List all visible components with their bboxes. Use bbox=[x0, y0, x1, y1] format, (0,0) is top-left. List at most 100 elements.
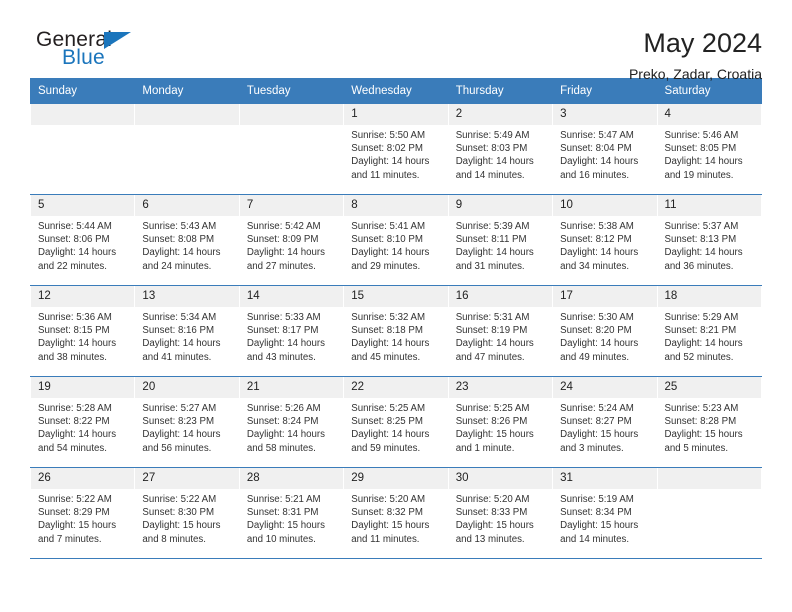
day-detail-line: and 29 minutes. bbox=[351, 260, 421, 272]
calendar-day-cell[interactable]: 14 Sunrise: 5:33 AM Sunset: 8:17 PM Dayligh… bbox=[238, 285, 345, 377]
day-detail-line: and 54 minutes. bbox=[38, 442, 107, 454]
day-detail-line: Sunset: 8:33 PM bbox=[455, 507, 528, 519]
day-detail-line: Sunrise: 5:42 AM bbox=[246, 221, 321, 232]
day-number: 1 bbox=[344, 104, 448, 125]
calendar-day-cell[interactable]: 29 Sunrise: 5:20 AM Sunset: 8:32 PM Dayligh… bbox=[343, 467, 449, 559]
calendar-day-cell[interactable]: 24 Sunrise: 5:24 AM Sunset: 8:27 PM Dayligh… bbox=[552, 376, 658, 468]
day-detail-line: and 34 minutes. bbox=[560, 260, 630, 272]
calendar-day-cell[interactable]: 12 Sunrise: 5:36 AM Sunset: 8:15 PM Dayligh… bbox=[29, 285, 136, 377]
day-detail-line: Sunrise: 5:25 AM bbox=[351, 403, 426, 414]
day-number: 11 bbox=[657, 195, 761, 216]
day-details: Sunrise: 5:37 AM Sunset: 8:13 PM Daylight:… bbox=[658, 216, 761, 273]
day-detail-line: Sunrise: 5:23 AM bbox=[664, 403, 739, 414]
day-detail-line: Sunset: 8:18 PM bbox=[351, 325, 423, 337]
day-detail-line: Daylight: 14 hours bbox=[664, 156, 743, 168]
day-detail-line: Sunset: 8:24 PM bbox=[246, 416, 319, 428]
day-number: 5 bbox=[31, 195, 135, 216]
day-detail-line: Sunset: 8:09 PM bbox=[246, 234, 319, 246]
calendar-day-cell[interactable]: 15 Sunrise: 5:32 AM Sunset: 8:18 PM Dayligh… bbox=[343, 285, 449, 377]
calendar-day-cell[interactable]: 7 Sunrise: 5:42 AM Sunset: 8:09 PM Daylight… bbox=[238, 194, 345, 286]
calendar-day-cell[interactable]: 21 Sunrise: 5:26 AM Sunset: 8:24 PM Dayligh… bbox=[238, 376, 345, 468]
calendar-day-cell[interactable]: 5 Sunrise: 5:44 AM Sunset: 8:06 PM Daylight… bbox=[29, 194, 136, 286]
general-blue-logo[interactable]: General Blue bbox=[30, 28, 150, 76]
day-detail-line: Sunset: 8:34 PM bbox=[560, 507, 632, 519]
day-detail-line: and 5 minutes. bbox=[664, 442, 729, 454]
day-detail-line: and 13 minutes. bbox=[455, 533, 525, 545]
calendar-day-cell[interactable]: 2 Sunrise: 5:49 AM Sunset: 8:03 PM Daylight… bbox=[447, 103, 554, 195]
day-detail-line: Daylight: 15 hours bbox=[455, 520, 534, 532]
calendar-day-cell[interactable]: 10 Sunrise: 5:38 AM Sunset: 8:12 PM Dayligh… bbox=[552, 194, 658, 286]
calendar-day-cell[interactable]: 31 Sunrise: 5:19 AM Sunset: 8:34 PM Dayligh… bbox=[552, 467, 658, 559]
day-detail-line: Sunrise: 5:21 AM bbox=[246, 494, 321, 505]
page-title: May 2024 bbox=[643, 28, 762, 58]
day-detail-line: and 36 minutes. bbox=[664, 260, 734, 272]
day-number: 13 bbox=[135, 286, 239, 307]
weekday-header-thursday: Thursday bbox=[447, 78, 554, 104]
day-details: Sunrise: 5:47 AM Sunset: 8:04 PM Daylight:… bbox=[553, 125, 656, 182]
calendar-day-cell[interactable]: 27 Sunrise: 5:22 AM Sunset: 8:30 PM Dayligh… bbox=[134, 467, 240, 559]
day-detail-line: Sunrise: 5:32 AM bbox=[351, 312, 426, 323]
calendar-day-cell[interactable]: 19 Sunrise: 5:28 AM Sunset: 8:22 PM Dayligh… bbox=[29, 376, 136, 468]
day-detail-line: Sunset: 8:11 PM bbox=[455, 234, 527, 246]
month-calendar-table: Sunday Monday Tuesday Wednesday Thursday Frid… bbox=[29, 78, 763, 559]
calendar-day-cell[interactable]: 3 Sunrise: 5:47 AM Sunset: 8:04 PM Daylight… bbox=[552, 103, 658, 195]
day-detail-line: Daylight: 14 hours bbox=[351, 247, 430, 259]
day-details: Sunrise: 5:22 AM Sunset: 8:30 PM Daylight:… bbox=[135, 489, 238, 546]
calendar-page: General Blue May 2024 Preko, Zadar, Croa… bbox=[0, 0, 792, 612]
day-detail-line: Sunset: 8:23 PM bbox=[142, 416, 215, 428]
day-number bbox=[657, 468, 761, 489]
day-detail-line: Sunset: 8:08 PM bbox=[142, 234, 215, 246]
day-detail-line: Daylight: 14 hours bbox=[560, 338, 639, 350]
day-detail-line: Sunrise: 5:50 AM bbox=[351, 130, 426, 141]
day-number: 3 bbox=[553, 104, 657, 125]
day-number: 26 bbox=[31, 468, 135, 489]
calendar-day-cell[interactable]: 26 Sunrise: 5:22 AM Sunset: 8:29 PM Dayligh… bbox=[29, 467, 136, 559]
day-details: Sunrise: 5:26 AM Sunset: 8:24 PM Daylight:… bbox=[240, 398, 343, 455]
day-detail-line: Sunset: 8:22 PM bbox=[38, 416, 110, 428]
day-detail-line: Sunset: 8:27 PM bbox=[560, 416, 632, 428]
calendar-day-cell[interactable]: 22 Sunrise: 5:25 AM Sunset: 8:25 PM Dayligh… bbox=[343, 376, 449, 468]
day-details: Sunrise: 5:22 AM Sunset: 8:29 PM Daylight:… bbox=[31, 489, 134, 546]
calendar-week-row: 19 Sunrise: 5:28 AM Sunset: 8:22 PM Dayligh… bbox=[29, 376, 763, 468]
day-number: 29 bbox=[344, 468, 448, 489]
day-details: Sunrise: 5:33 AM Sunset: 8:17 PM Daylight:… bbox=[240, 307, 343, 364]
day-number: 21 bbox=[239, 377, 344, 398]
day-detail-line: Sunrise: 5:41 AM bbox=[351, 221, 426, 232]
day-detail-line: and 22 minutes. bbox=[38, 260, 107, 272]
day-detail-line: Daylight: 15 hours bbox=[664, 429, 743, 441]
calendar-day-cell[interactable]: 11 Sunrise: 5:37 AM Sunset: 8:13 PM Dayligh… bbox=[656, 194, 763, 286]
weekday-header-tuesday: Tuesday bbox=[238, 78, 345, 104]
calendar-day-cell[interactable]: 8 Sunrise: 5:41 AM Sunset: 8:10 PM Daylight… bbox=[343, 194, 449, 286]
calendar-week-row: 1 Sunrise: 5:50 AM Sunset: 8:02 PM Daylight… bbox=[29, 103, 763, 195]
day-detail-line: Sunrise: 5:43 AM bbox=[142, 221, 217, 232]
calendar-day-cell[interactable]: 6 Sunrise: 5:43 AM Sunset: 8:08 PM Daylight… bbox=[134, 194, 240, 286]
calendar-day-cell[interactable]: 20 Sunrise: 5:27 AM Sunset: 8:23 PM Dayligh… bbox=[134, 376, 240, 468]
day-details: Sunrise: 5:27 AM Sunset: 8:23 PM Daylight:… bbox=[135, 398, 238, 455]
day-detail-line: and 19 minutes. bbox=[664, 169, 734, 181]
calendar-day-cell[interactable]: 13 Sunrise: 5:34 AM Sunset: 8:16 PM Dayligh… bbox=[134, 285, 240, 377]
day-detail-line: and 14 minutes. bbox=[455, 169, 525, 181]
calendar-day-cell[interactable]: 18 Sunrise: 5:29 AM Sunset: 8:21 PM Dayligh… bbox=[656, 285, 763, 377]
calendar-day-cell[interactable]: 1 Sunrise: 5:50 AM Sunset: 8:02 PM Daylight… bbox=[343, 103, 449, 195]
calendar-day-cell[interactable]: 30 Sunrise: 5:20 AM Sunset: 8:33 PM Dayligh… bbox=[447, 467, 554, 559]
calendar-day-cell[interactable]: 4 Sunrise: 5:46 AM Sunset: 8:05 PM Daylight… bbox=[656, 103, 763, 195]
calendar-day-cell[interactable]: 28 Sunrise: 5:21 AM Sunset: 8:31 PM Dayligh… bbox=[238, 467, 345, 559]
day-detail-line: Sunrise: 5:38 AM bbox=[560, 221, 634, 232]
day-detail-line: Daylight: 15 hours bbox=[560, 520, 639, 532]
day-details: Sunrise: 5:43 AM Sunset: 8:08 PM Daylight:… bbox=[135, 216, 238, 273]
calendar-day-cell[interactable]: 17 Sunrise: 5:30 AM Sunset: 8:20 PM Dayligh… bbox=[552, 285, 658, 377]
day-detail-line: Daylight: 14 hours bbox=[142, 338, 221, 350]
calendar-day-cell[interactable]: 16 Sunrise: 5:31 AM Sunset: 8:19 PM Dayligh… bbox=[447, 285, 554, 377]
day-number: 24 bbox=[553, 377, 657, 398]
day-detail-line: Sunset: 8:17 PM bbox=[246, 325, 319, 337]
day-detail-line: Sunrise: 5:27 AM bbox=[142, 403, 217, 414]
calendar-day-cell[interactable]: 9 Sunrise: 5:39 AM Sunset: 8:11 PM Daylight… bbox=[447, 194, 554, 286]
day-detail-line: Daylight: 15 hours bbox=[560, 429, 639, 441]
calendar-day-cell[interactable]: 23 Sunrise: 5:25 AM Sunset: 8:26 PM Dayligh… bbox=[447, 376, 554, 468]
calendar-day-cell[interactable]: 25 Sunrise: 5:23 AM Sunset: 8:28 PM Dayligh… bbox=[656, 376, 763, 468]
day-detail-line: Sunrise: 5:47 AM bbox=[560, 130, 634, 141]
day-detail-line: Sunrise: 5:33 AM bbox=[246, 312, 321, 323]
day-details: Sunrise: 5:34 AM Sunset: 8:16 PM Daylight:… bbox=[135, 307, 238, 364]
day-detail-line: and 7 minutes. bbox=[38, 533, 102, 545]
day-number: 17 bbox=[553, 286, 657, 307]
